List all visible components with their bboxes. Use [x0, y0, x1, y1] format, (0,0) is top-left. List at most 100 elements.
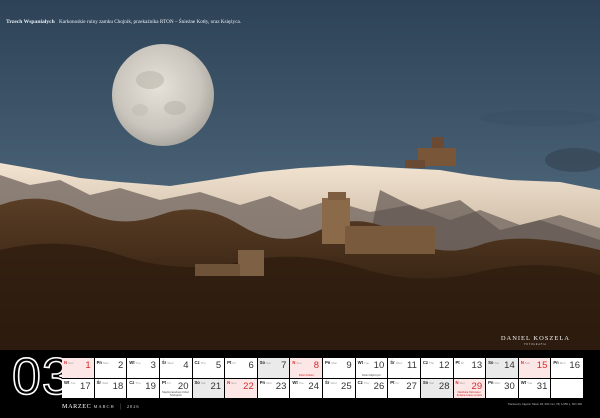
day-cell-4[interactable]: ŚrWed 4 — [159, 358, 192, 378]
day-cell-3[interactable]: WtTue 3 — [127, 358, 159, 378]
day-number: 5 — [215, 360, 222, 371]
day-cell-31[interactable]: WtTue 31 — [518, 378, 551, 398]
weekday-abbr: Pt — [455, 359, 460, 365]
weekday-abbr: Cz — [194, 359, 200, 365]
weekday-abbr: So — [422, 380, 429, 385]
day-cell-6[interactable]: PtFri 6 — [225, 358, 257, 378]
weekday-label: PtFri — [456, 360, 465, 365]
day-cell-18[interactable]: ŚrWed 18 — [94, 378, 127, 398]
weekday-abbr-en: Sun — [68, 360, 74, 365]
day-cell-19[interactable]: CzThu 19 — [127, 378, 159, 398]
day-cell-16[interactable]: PnMon 16 — [551, 358, 583, 378]
weekday-abbr: N — [227, 380, 231, 385]
day-cell-27[interactable]: PtFri 27 — [388, 378, 420, 398]
weekday-abbr: Pt — [227, 359, 232, 365]
caption-text: Karkonoskie ruiny zamku Chojnik, przekaź… — [59, 19, 242, 25]
day-note: Międzynarodowy Dzień Szczęścia — [162, 391, 190, 397]
weekday-abbr: Wt — [292, 380, 298, 385]
weekday-label: NSun — [456, 380, 465, 385]
weekday-abbr-en: Thu — [429, 360, 435, 365]
day-cell-2[interactable]: PnMon 2 — [94, 358, 127, 378]
day-number: 13 — [471, 360, 483, 371]
day-number: 3 — [150, 360, 156, 371]
day-number: 31 — [536, 380, 548, 392]
day-number: 26 — [373, 380, 385, 392]
weekday-label: PnMon — [325, 360, 337, 365]
weekday-abbr-en: Fri — [395, 381, 399, 385]
weekday-label: ŚrWed — [325, 380, 337, 385]
day-cell-28[interactable]: SoSat 28 — [420, 378, 453, 398]
day-cell-14[interactable]: SoSat 14 — [486, 358, 518, 378]
day-number: 28 — [438, 380, 450, 392]
day-cell-25[interactable]: ŚrWed 25 — [323, 378, 355, 398]
weekday-abbr: N — [520, 359, 524, 365]
weekday-abbr-en: Tue — [298, 381, 304, 385]
weekday-abbr-en: Mon — [559, 360, 566, 365]
day-number: 11 — [407, 360, 417, 371]
weekday-abbr: N — [455, 380, 459, 385]
day-cell-20[interactable]: PtFri 20 Międzynarodowy Dzień Szczęścia — [159, 378, 192, 398]
weekday-abbr: Pt — [161, 380, 167, 385]
day-note: Niedziela Palmowa / Zmiana czasu na letn… — [456, 391, 482, 397]
weekday-abbr: Wt — [64, 380, 70, 385]
month-number: 03 — [11, 348, 72, 406]
day-cell-5[interactable]: CzThu 5 — [192, 358, 225, 378]
day-cell-11[interactable]: ŚrWed 11 — [388, 358, 420, 378]
day-number: 16 — [569, 360, 580, 371]
weekday-label: PnMon — [488, 380, 500, 385]
day-cell-10[interactable]: WtTue 10 Dzień Mężczyzn — [355, 358, 388, 378]
weekday-label: WtTue — [358, 360, 369, 365]
day-cell-8[interactable]: NSun 8 Dzień Kobiet — [290, 358, 322, 378]
day-number: 21 — [210, 380, 222, 392]
weekday-abbr: N — [292, 359, 296, 365]
weekday-abbr: Śr — [96, 380, 102, 385]
day-number: 12 — [438, 360, 450, 371]
day-cell-12[interactable]: CzThu 12 — [420, 358, 453, 378]
day-number: 7 — [281, 360, 287, 371]
day-cell-29[interactable]: NSun 29 Niedziela Palmowa / Zmiana czasu n… — [453, 378, 486, 398]
day-number: 8 — [313, 360, 319, 371]
weekday-abbr-en: Sun — [524, 360, 531, 365]
weekday-abbr-en: Mon — [331, 360, 338, 365]
weekday-label: PnMon — [553, 360, 565, 365]
day-cell-21[interactable]: SoSat 21 — [192, 378, 225, 398]
day-cell-7[interactable]: SoSat 7 — [257, 358, 290, 378]
weekday-label: PtFri — [162, 380, 171, 385]
day-cell-empty[interactable] — [551, 378, 583, 398]
weekday-abbr-en: Tue — [135, 360, 141, 365]
weekday-label: WtTue — [129, 360, 140, 365]
weekday-abbr: So — [259, 359, 266, 365]
day-number: 29 — [471, 380, 483, 392]
credit-name: DANIEL KOSZELA — [500, 335, 570, 342]
day-number: 20 — [177, 380, 189, 392]
day-cell-26[interactable]: CzThu 26 — [355, 378, 388, 398]
day-grid: NSun 1 PnMon 2 WtTue 3 ŚrWed 4 CzThu 5 PtFri 6 SoSat… — [62, 358, 583, 398]
day-number: 1 — [85, 360, 91, 371]
weekday-label: ŚrWed — [162, 360, 174, 365]
weekday-abbr: Pn — [553, 359, 559, 365]
calendar-photo: Trzech Wspaniałych Karkonoskie ruiny zam… — [0, 0, 600, 350]
day-cell-30[interactable]: PnMon 30 — [486, 378, 518, 398]
weekday-label: WtTue — [292, 380, 303, 385]
weekday-abbr: Śr — [325, 380, 330, 385]
caption-title: Trzech Wspaniałych — [6, 19, 55, 25]
month-year: 2026 — [126, 404, 140, 409]
weekday-abbr-en: Tue — [70, 381, 76, 385]
day-number: 10 — [373, 360, 385, 371]
day-cell-22[interactable]: NSun 22 — [225, 378, 257, 398]
weekday-abbr: Śr — [161, 359, 167, 365]
day-cell-23[interactable]: PnMon 23 — [257, 378, 290, 398]
weekday-label: CzThu — [195, 360, 206, 365]
day-cell-13[interactable]: PtFri 13 — [453, 358, 486, 378]
day-cell-9[interactable]: PnMon 9 — [323, 358, 355, 378]
month-name: MARZEC — [62, 403, 92, 410]
day-cell-1[interactable]: NSun 1 — [62, 358, 94, 378]
photo-footnote: Parametry zdjęcia: Nikon Z6, 600 mm, f/8… — [508, 402, 582, 406]
day-cell-17[interactable]: WtTue 17 — [62, 378, 94, 398]
month-separator: | — [119, 403, 122, 410]
day-number: 4 — [183, 360, 189, 371]
weekday-label: PnMon — [97, 360, 109, 365]
weekday-label: SoSat — [488, 360, 499, 365]
day-cell-15[interactable]: NSun 15 — [518, 358, 551, 378]
day-cell-24[interactable]: WtTue 24 — [290, 378, 322, 398]
